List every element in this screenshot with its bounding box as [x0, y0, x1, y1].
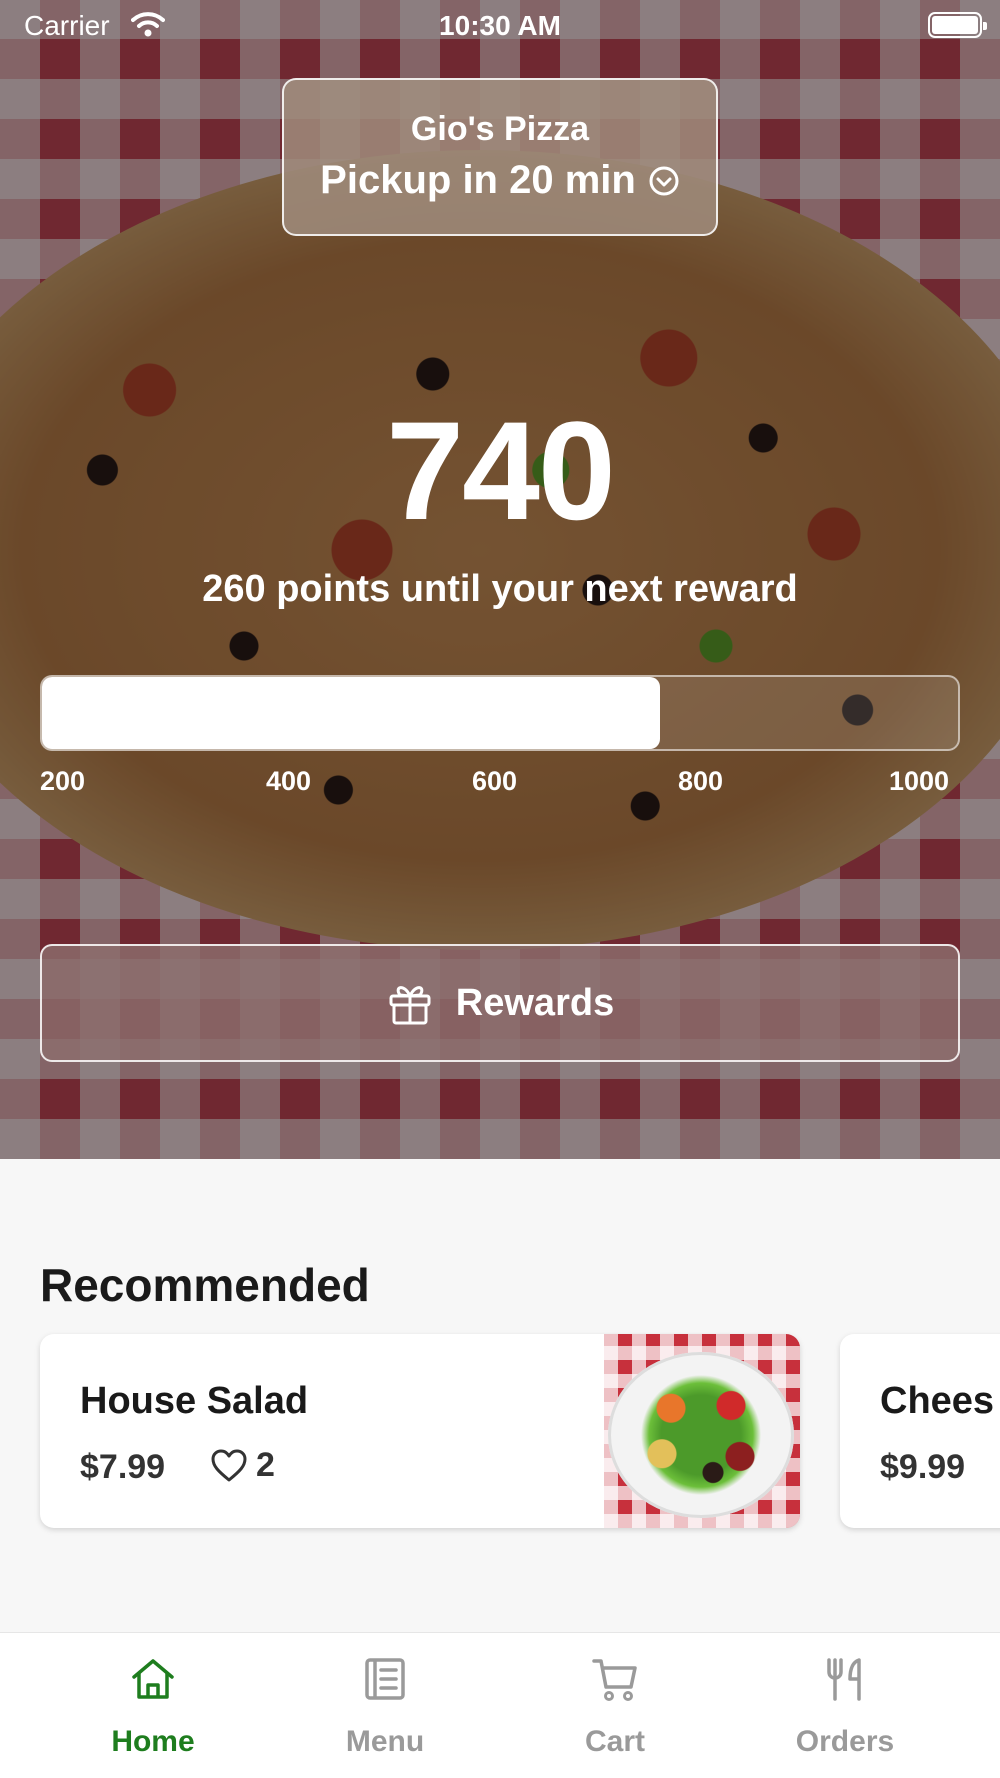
recommended-item-card[interactable]: Chees $9.99 — [840, 1334, 1000, 1528]
like-count: 2 — [256, 1446, 275, 1484]
tab-cart[interactable]: Cart — [490, 1633, 740, 1778]
points-until-reward: 260 points until your next reward — [202, 568, 798, 610]
tab-label: Orders — [795, 1725, 895, 1758]
recommended-heading: Recommended — [40, 1259, 370, 1311]
pickup-time-row: Pickup in 20 min — [284, 158, 716, 203]
store-name: Gio's Pizza — [410, 110, 590, 148]
progress-tick-label: 600 — [472, 766, 518, 796]
status-time: 10:30 AM — [439, 10, 561, 41]
heart-icon — [211, 1449, 247, 1481]
item-price: $9.99 — [880, 1448, 966, 1486]
tab-menu[interactable]: Menu — [260, 1633, 510, 1778]
recommended-item-card[interactable]: House Salad $7.99 2 — [40, 1334, 800, 1528]
progress-tick-label: 800 — [678, 766, 724, 796]
tab-label: Home — [111, 1725, 195, 1758]
item-name: House Salad — [80, 1380, 309, 1422]
progress-tick-label: 400 — [266, 766, 312, 796]
gift-icon — [389, 986, 431, 1025]
cart-icon — [592, 1659, 637, 1701]
tab-label: Cart — [584, 1725, 645, 1758]
rewards-button[interactable]: Rewards — [40, 944, 960, 1062]
tab-label: Menu — [345, 1725, 425, 1758]
home-icon — [132, 1659, 174, 1699]
orders-icon — [827, 1658, 861, 1701]
item-name: Chees — [880, 1380, 995, 1422]
tab-orders[interactable]: Orders — [720, 1633, 970, 1778]
like-button[interactable]: 2 — [210, 1446, 275, 1485]
reward-progress-bar — [40, 675, 960, 751]
rewards-button-label: Rewards — [455, 981, 615, 1024]
item-price: $7.99 — [80, 1448, 166, 1486]
pickup-time-label: Pickup in 20 min — [320, 158, 636, 202]
salad-image — [604, 1334, 800, 1528]
hero-banner: Carrier 10:30 AM Gio's Pizza Pickup in 2… — [0, 0, 1000, 1159]
reward-progress-fill — [42, 677, 661, 749]
bottom-tab-bar: Home Menu Cart Orders — [0, 1632, 1000, 1778]
progress-tick-label: 1000 — [889, 766, 950, 796]
app-screen: Carrier 10:30 AM Gio's Pizza Pickup in 2… — [0, 0, 1000, 1778]
status-bar: Carrier 10:30 AM — [0, 0, 1000, 52]
menu-icon — [365, 1658, 405, 1700]
progress-tick-label: 200 — [40, 766, 86, 796]
points-balance: 740 — [386, 392, 616, 549]
store-selector-button[interactable]: Gio's Pizza Pickup in 20 min — [282, 78, 718, 236]
battery-icon — [928, 12, 987, 38]
chevron-down-circle-icon — [649, 166, 679, 195]
tab-home[interactable]: Home — [28, 1633, 278, 1778]
